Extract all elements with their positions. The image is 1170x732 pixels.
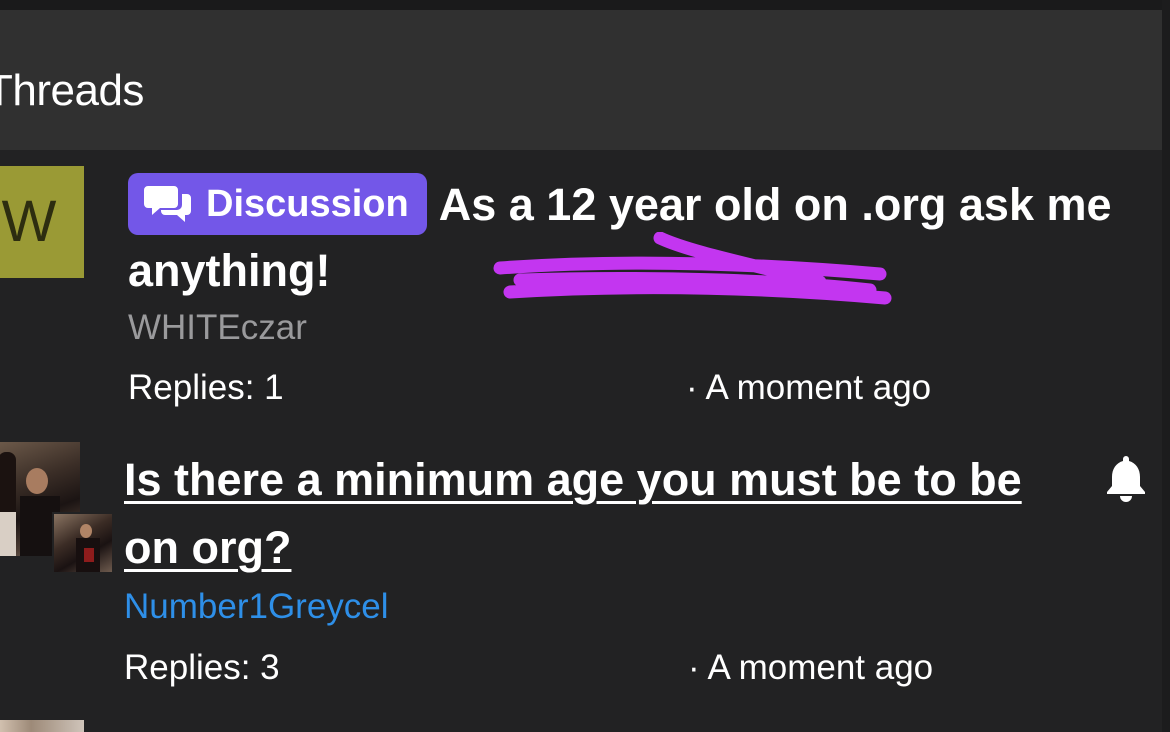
reply-count: Replies: 3	[124, 648, 280, 687]
right-edge	[1162, 0, 1170, 732]
thread-author[interactable]: Number1Greycel	[124, 587, 389, 627]
top-bar	[0, 0, 1170, 10]
chat-bubbles-icon	[144, 186, 191, 222]
avatar-letter: W	[1, 189, 57, 254]
last-poster-avatar[interactable]	[52, 512, 114, 574]
section-title: Threads	[0, 66, 144, 115]
discussion-badge: Discussion	[128, 173, 427, 235]
avatar-photo-detail	[80, 524, 92, 538]
next-thread-avatar[interactable]	[0, 720, 84, 732]
thread-timestamp: · A moment ago	[686, 368, 932, 407]
avatar-photo-detail	[26, 468, 48, 494]
thread-author[interactable]: WHITEczar	[128, 308, 307, 348]
badge-label: Discussion	[206, 183, 409, 225]
avatar-photo-detail	[0, 512, 16, 556]
avatar-photo-detail	[84, 548, 94, 562]
threads-header: Threads	[0, 10, 1162, 150]
threads-page: Threads W Discussion As a 12 year old on…	[0, 0, 1170, 732]
thread-title[interactable]: Is there a minimum age you must be to be…	[124, 446, 1084, 582]
reply-count: Replies: 1	[128, 368, 284, 407]
thread-timestamp: · A moment ago	[688, 648, 934, 687]
scribble-mark	[493, 232, 892, 305]
avatar[interactable]: W	[0, 166, 84, 278]
bell-icon[interactable]	[1104, 454, 1148, 502]
